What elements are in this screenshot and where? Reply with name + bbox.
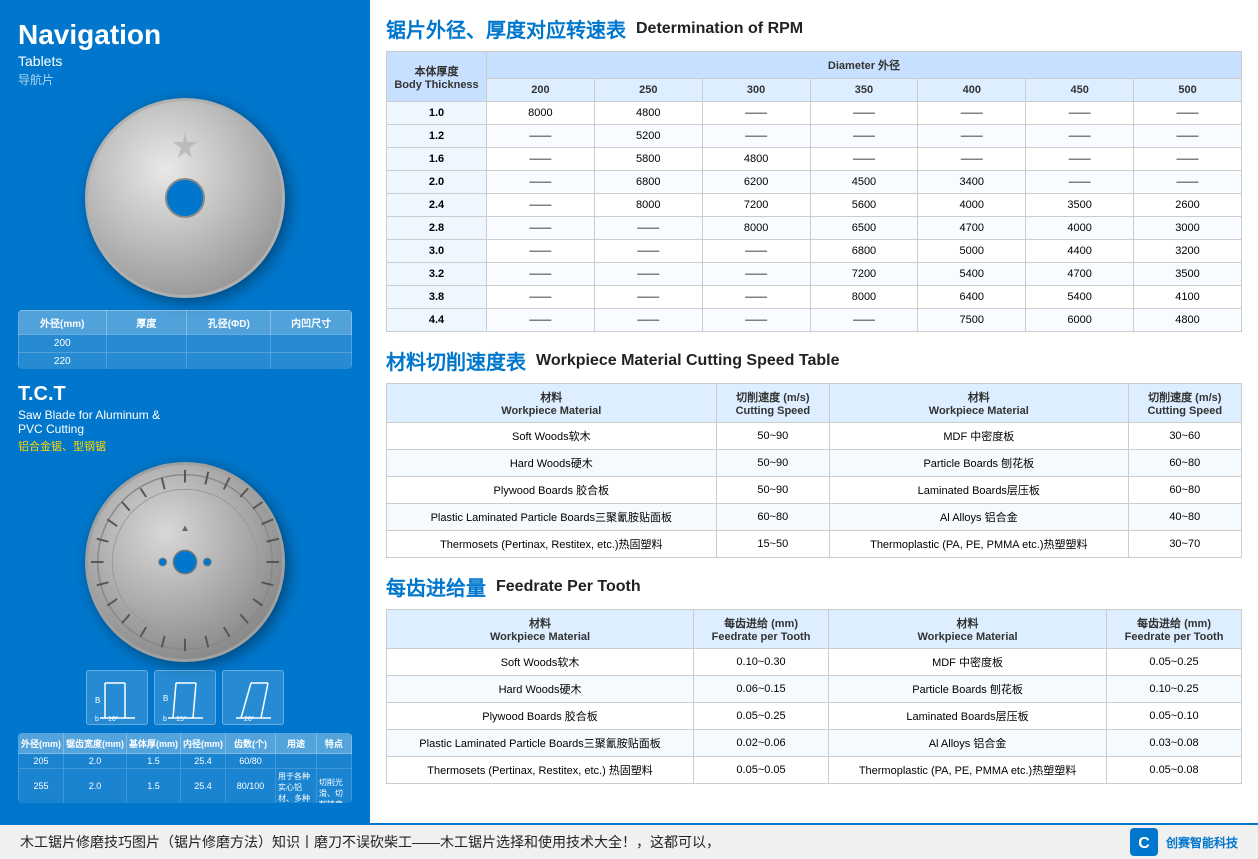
table-row: 2.4——800072005600400035002600 (387, 194, 1242, 217)
table-row: 220 (19, 352, 352, 369)
table-row: 2.0——6800620045003400———— (387, 171, 1242, 194)
table-row: 1.6——58004800———————— (387, 148, 1242, 171)
rpm-title-en: Determination of RPM (636, 20, 803, 38)
table-row: 1.080004800—————————— (387, 102, 1242, 125)
blade-circle-top (85, 98, 285, 298)
bottom-logo: C 创赛智能科技 (1128, 826, 1238, 858)
bst-col-3: 基体厚(mm) (127, 734, 181, 754)
nav-section: Navigation Tablets 导航片 (18, 20, 352, 88)
feedrate-section-header: 每齿进给量 Feedrate Per Tooth (386, 572, 1242, 601)
table-row: Hard Woods硬木50~90Particle Boards 刨花板60~8… (387, 450, 1242, 477)
cut-col-4: 切削速度 (m/s)Cutting Speed (1128, 384, 1241, 423)
table-row: 2052.01.525.460/80 (19, 754, 352, 769)
bottom-specs-table: 外径(mm) 锯齿宽度(mm) 基体厚(mm) 内径(mm) 齿数(个) 用途 … (18, 733, 352, 803)
rpm-d200: 200 (487, 79, 595, 102)
blade-circle-bottom: ▲ (85, 462, 285, 662)
bst-col-1: 外径(mm) (19, 734, 64, 754)
col-outer-dia: 外径(mm) (19, 310, 107, 334)
tct-title: T.C.T (18, 383, 352, 406)
cut-col-2: 切削速度 (m/s)Cutting Speed (716, 384, 829, 423)
nav-chinese: 导航片 (18, 71, 352, 88)
rpm-diameter-header: Diameter 外径 (487, 52, 1242, 79)
table-row: 3.8——————8000640054004100 (387, 286, 1242, 309)
svg-text:b: b (163, 716, 167, 723)
rpm-d500: 500 (1134, 79, 1242, 102)
table-row: Soft Woods软木0.10~0.30MDF 中密度板0.05~0.25 (387, 649, 1242, 676)
feed-col-4: 每齿进给 (mm)Feedrate per Tooth (1107, 610, 1242, 649)
right-panel: 锯片外径、厚度对应转速表 Determination of RPM 本体厚度Bo… (370, 0, 1258, 823)
blade-hole-top (165, 178, 205, 218)
table-row: Hard Woods硬木0.06~0.15Particle Boards 刨花板… (387, 676, 1242, 703)
svg-text:10°: 10° (108, 715, 119, 723)
table-row: Plywood Boards 胶合板50~90Laminated Boards层… (387, 477, 1242, 504)
svg-text:▲: ▲ (180, 523, 190, 534)
rpm-col-thickness: 本体厚度Body Thickness (387, 52, 487, 102)
table-row: 3.2——————7200540047003500 (387, 263, 1242, 286)
table-row: Plywood Boards 胶合板0.05~0.25Laminated Boa… (387, 703, 1242, 730)
logo-text: 创赛智能科技 (1166, 834, 1238, 851)
feed-col-3: 材料Workpiece Material (829, 610, 1107, 649)
nav-title: Navigation (18, 20, 352, 51)
svg-text:20°: 20° (244, 715, 255, 723)
bst-col-5: 齿数(个) (226, 734, 276, 754)
feed-col-2: 每齿进给 (mm)Feedrate per Tooth (694, 610, 829, 649)
tooth-box-3: 20° (222, 670, 284, 725)
rpm-d400: 400 (918, 79, 1026, 102)
table-row: Thermosets (Pertinax, Restitex, etc.) 热固… (387, 757, 1242, 784)
cutting-title-cn: 材料切削速度表 (386, 346, 526, 375)
tct-section: T.C.T Saw Blade for Aluminum &PVC Cuttin… (18, 383, 352, 454)
cutting-title-en: Workpiece Material Cutting Speed Table (536, 352, 839, 370)
feedrate-table: 材料Workpiece Material 每齿进给 (mm)Feedrate p… (386, 609, 1242, 784)
cut-col-3: 材料Workpiece Material (830, 384, 1128, 423)
rpm-d350: 350 (810, 79, 918, 102)
table-row: 4.4————————750060004800 (387, 309, 1242, 332)
table-row: 3.0——————6800500044003200 (387, 240, 1242, 263)
tooth-box-1: B b 10° (86, 670, 148, 725)
feedrate-title-cn: 每齿进给量 (386, 572, 486, 601)
bottom-bar: 木工锯片修磨技巧图片（锯片修磨方法）知识丨磨刀不误砍柴工——木工锯片选择和使用技… (0, 823, 1258, 859)
table-row: 2.8————80006500470040003000 (387, 217, 1242, 240)
svg-text:15°: 15° (176, 715, 187, 723)
col-thickness: 厚度 (106, 310, 187, 334)
rpm-section-header: 锯片外径、厚度对应转速表 Determination of RPM (386, 14, 1242, 43)
bst-col-4: 内径(mm) (181, 734, 226, 754)
rpm-d250: 250 (594, 79, 702, 102)
feed-col-1: 材料Workpiece Material (387, 610, 694, 649)
specs-table-top: 外径(mm) 厚度 孔径(ΦD) 内凹尺寸 200 220 230 250订单要… (18, 310, 352, 369)
table-row: 2552.01.525.480/100用于各种实心铝材、多种铝合金型材，性能稳定… (19, 769, 352, 803)
logo-icon: C (1128, 826, 1160, 858)
rpm-title-cn: 锯片外径、厚度对应转速表 (386, 14, 626, 43)
svg-text:b: b (95, 716, 99, 723)
tooth-diagrams: B b 10° B b 15° (18, 670, 352, 725)
blade-image-top (65, 98, 305, 298)
cut-col-1: 材料Workpiece Material (387, 384, 717, 423)
cutting-table: 材料Workpiece Material 切削速度 (m/s)Cutting S… (386, 383, 1242, 558)
table-row: Plastic Laminated Particle Boards三聚氰胺贴面板… (387, 504, 1242, 531)
feedrate-title-en: Feedrate Per Tooth (496, 578, 641, 596)
svg-text:B: B (163, 694, 168, 703)
nav-subtitle: Tablets (18, 53, 352, 69)
left-panel: Navigation Tablets 导航片 外径(mm) 厚度 孔径(ΦD) (0, 0, 370, 823)
svg-text:B: B (95, 696, 100, 705)
tct-subtitle: Saw Blade for Aluminum &PVC Cutting (18, 408, 352, 436)
bst-col-6: 用途 (276, 734, 317, 754)
tooth-box-2: B b 15° (154, 670, 216, 725)
table-row: 1.2——5200—————————— (387, 125, 1242, 148)
cutting-section-header: 材料切削速度表 Workpiece Material Cutting Speed… (386, 346, 1242, 375)
col-recess: 内凹尺寸 (271, 310, 352, 334)
rpm-d300: 300 (702, 79, 810, 102)
bottom-text: 木工锯片修磨技巧图片（锯片修磨方法）知识丨磨刀不误砍柴工——木工锯片选择和使用技… (20, 832, 720, 852)
rpm-d450: 450 (1026, 79, 1134, 102)
tct-chinese: 铝合金锯、型钢锯 (18, 438, 352, 454)
rpm-table: 本体厚度Body Thickness Diameter 外径 200 250 3… (386, 51, 1242, 332)
table-row: 200 (19, 334, 352, 352)
table-row: Plastic Laminated Particle Boards三聚氰胺贴面板… (387, 730, 1242, 757)
svg-text:C: C (1138, 835, 1150, 852)
blade-image-bottom: ▲ (70, 462, 300, 662)
bst-col-7: 特点 (316, 734, 351, 754)
bst-col-2: 锯齿宽度(mm) (64, 734, 127, 754)
table-row: Thermosets (Pertinax, Restitex, etc.)热固塑… (387, 531, 1242, 558)
table-row: Soft Woods软木50~90MDF 中密度板30~60 (387, 423, 1242, 450)
col-hole-dia: 孔径(ΦD) (187, 310, 271, 334)
